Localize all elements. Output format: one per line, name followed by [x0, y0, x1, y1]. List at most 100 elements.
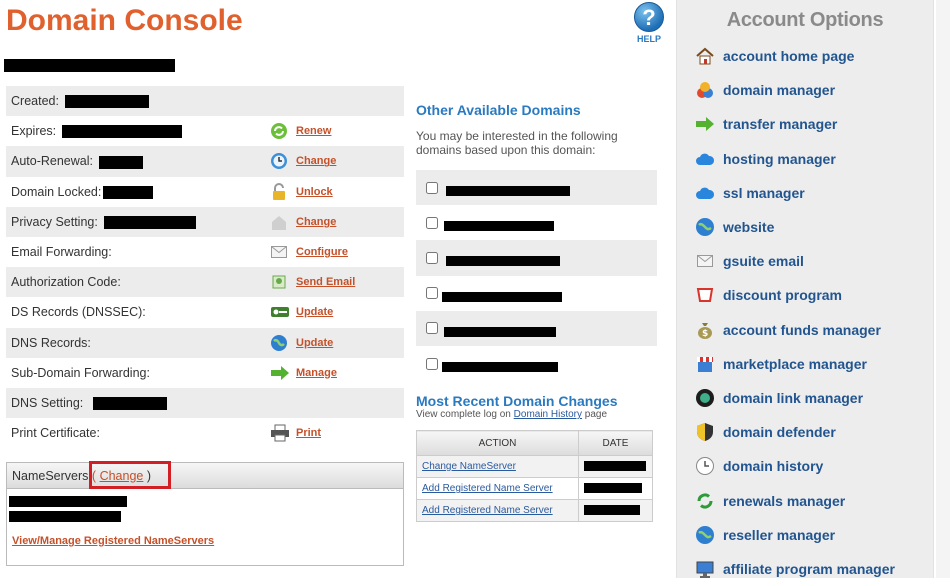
other-domains-title: Other Available Domains	[416, 102, 581, 118]
cloud-icon	[695, 183, 715, 203]
nameservers-label: NameServers	[12, 469, 89, 483]
sidebar-item-renewals-manager[interactable]: renewals manager	[695, 483, 895, 517]
nameservers-header: NameServers ( Change )	[7, 463, 403, 489]
sidebar-item-label: hosting manager	[723, 150, 836, 167]
domain-checkbox[interactable]	[426, 287, 438, 300]
sidebar-item-account-home[interactable]: account home page	[695, 39, 895, 73]
configure-link[interactable]: Configure	[296, 246, 348, 258]
suggested-domain-row	[416, 240, 657, 276]
suggested-domain-row	[416, 310, 657, 346]
help-button[interactable]: ? HELP	[632, 2, 666, 44]
sidebar-item-transfer-manager[interactable]: transfer manager	[695, 107, 895, 141]
redacted-value	[103, 185, 154, 199]
page-title: Domain Console	[6, 4, 243, 37]
domain-name-redacted	[4, 59, 175, 72]
sidebar-item-affiliate-program-manager[interactable]: affiliate program manager	[695, 552, 895, 586]
recent-changes-subtitle: View complete log on Domain History page	[416, 409, 607, 420]
house-icon	[695, 46, 715, 66]
svg-text:$: $	[702, 329, 708, 339]
recent-changes-table: ACTION DATE Change NameServer Add Regist…	[416, 430, 653, 522]
send-email-link[interactable]: Send Email	[296, 276, 355, 288]
date-redacted	[584, 505, 640, 516]
subtitle-suffix: page	[584, 409, 608, 420]
domain-redacted	[446, 186, 570, 196]
unlock-link[interactable]: Unlock	[296, 186, 333, 198]
sidebar-item-discount-program[interactable]: discount program	[695, 278, 895, 312]
detail-label: Created:	[11, 93, 59, 108]
detail-row-authorization-code: Authorization Code: Send Email	[6, 267, 404, 298]
arrow-icon	[270, 364, 290, 382]
domain-history-link[interactable]: Domain History	[514, 409, 582, 420]
print-link[interactable]: Print	[296, 427, 321, 439]
detail-row-print-certificate: Print Certificate: Print	[6, 418, 404, 448]
sidebar-item-label: account funds manager	[723, 321, 881, 338]
change-action-link[interactable]: Change NameServer	[422, 461, 516, 472]
padlock-icon	[270, 182, 290, 201]
domain-redacted	[444, 221, 554, 232]
domain-checkbox[interactable]	[426, 216, 438, 229]
house-icon	[270, 213, 290, 231]
sidebar-item-reseller-manager[interactable]: reseller manager	[695, 518, 895, 552]
detail-label: Email Forwarding:	[11, 245, 112, 260]
link-globe-icon	[695, 388, 715, 408]
suggested-domain-row	[416, 170, 657, 206]
money-bag-icon: $	[695, 320, 715, 340]
sidebar-item-domain-history[interactable]: domain history	[695, 449, 895, 483]
other-domains-description: You may be interested in the following d…	[416, 129, 618, 157]
ds-update-link[interactable]: Update	[296, 306, 333, 318]
date-redacted	[584, 483, 642, 494]
change-action-link[interactable]: Add Registered Name Server	[422, 505, 553, 516]
suggested-domain-row	[416, 346, 657, 381]
globe-icon	[695, 217, 715, 237]
clock-icon	[695, 456, 715, 476]
help-label: HELP	[636, 34, 661, 44]
monitor-icon	[695, 559, 715, 579]
key-icon	[270, 303, 290, 321]
sidebar-item-gsuite-email[interactable]: gsuite email	[695, 244, 895, 278]
domain-checkbox[interactable]	[426, 251, 438, 264]
renew-icon	[695, 491, 715, 511]
renew-link[interactable]: Renew	[296, 125, 331, 137]
detail-row-created: Created:	[6, 86, 404, 117]
sidebar-item-hosting-manager[interactable]: hosting manager	[695, 142, 895, 176]
sidebar-item-domain-defender[interactable]: domain defender	[695, 415, 895, 449]
privacy-change-link[interactable]: Change	[296, 216, 336, 228]
sidebar-item-account-funds-manager[interactable]: $ account funds manager	[695, 313, 895, 347]
domain-redacted	[442, 291, 562, 302]
detail-label: Sub-Domain Forwarding:	[11, 365, 150, 380]
detail-row-dns-setting: DNS Setting:	[6, 387, 404, 419]
sidebar-item-marketplace-manager[interactable]: marketplace manager	[695, 347, 895, 381]
change-action-link[interactable]: Add Registered Name Server	[422, 483, 553, 494]
sidebar-item-website[interactable]: website	[695, 210, 895, 244]
dns-update-link[interactable]: Update	[296, 337, 333, 349]
redacted-value	[64, 95, 149, 109]
detail-row-dns-records: DNS Records: Update	[6, 327, 404, 358]
sidebar-item-label: domain defender	[723, 424, 836, 441]
domain-redacted	[446, 256, 560, 267]
globe-icon	[270, 334, 290, 352]
domain-manager-icon	[695, 80, 715, 100]
detail-row-expires: Expires: Renew	[6, 116, 404, 146]
detail-row-auto-renewal: Auto-Renewal: Change	[6, 146, 404, 177]
auto-renewal-change-link[interactable]: Change	[296, 155, 336, 167]
domain-checkbox[interactable]	[426, 181, 438, 194]
table-row: Add Registered Name Server	[416, 477, 653, 500]
sidebar-item-ssl-manager[interactable]: ssl manager	[695, 176, 895, 210]
sidebar-item-label: renewals manager	[723, 492, 846, 509]
domain-checkbox[interactable]	[426, 357, 438, 370]
redacted-value	[93, 397, 168, 411]
domain-checkbox[interactable]	[426, 322, 438, 335]
sidebar-item-domain-manager[interactable]: domain manager	[695, 73, 895, 107]
manage-link[interactable]: Manage	[296, 367, 337, 379]
detail-row-domain-locked: Domain Locked: Unlock	[6, 177, 404, 207]
sidebar-item-label: domain manager	[723, 82, 836, 99]
sidebar-item-label: domain history	[723, 458, 824, 475]
page-scrollbar[interactable]	[936, 0, 950, 578]
view-manage-nameservers-link[interactable]: View/Manage Registered NameServers	[12, 535, 214, 547]
sidebar-item-label: account home page	[723, 48, 855, 65]
account-options-sidebar: Account Options account home page domain…	[676, 0, 934, 578]
sidebar-item-domain-link-manager[interactable]: domain link manager	[695, 381, 895, 415]
redacted-value	[103, 215, 196, 229]
table-row: Add Registered Name Server	[416, 499, 653, 522]
clock-icon	[270, 152, 290, 170]
